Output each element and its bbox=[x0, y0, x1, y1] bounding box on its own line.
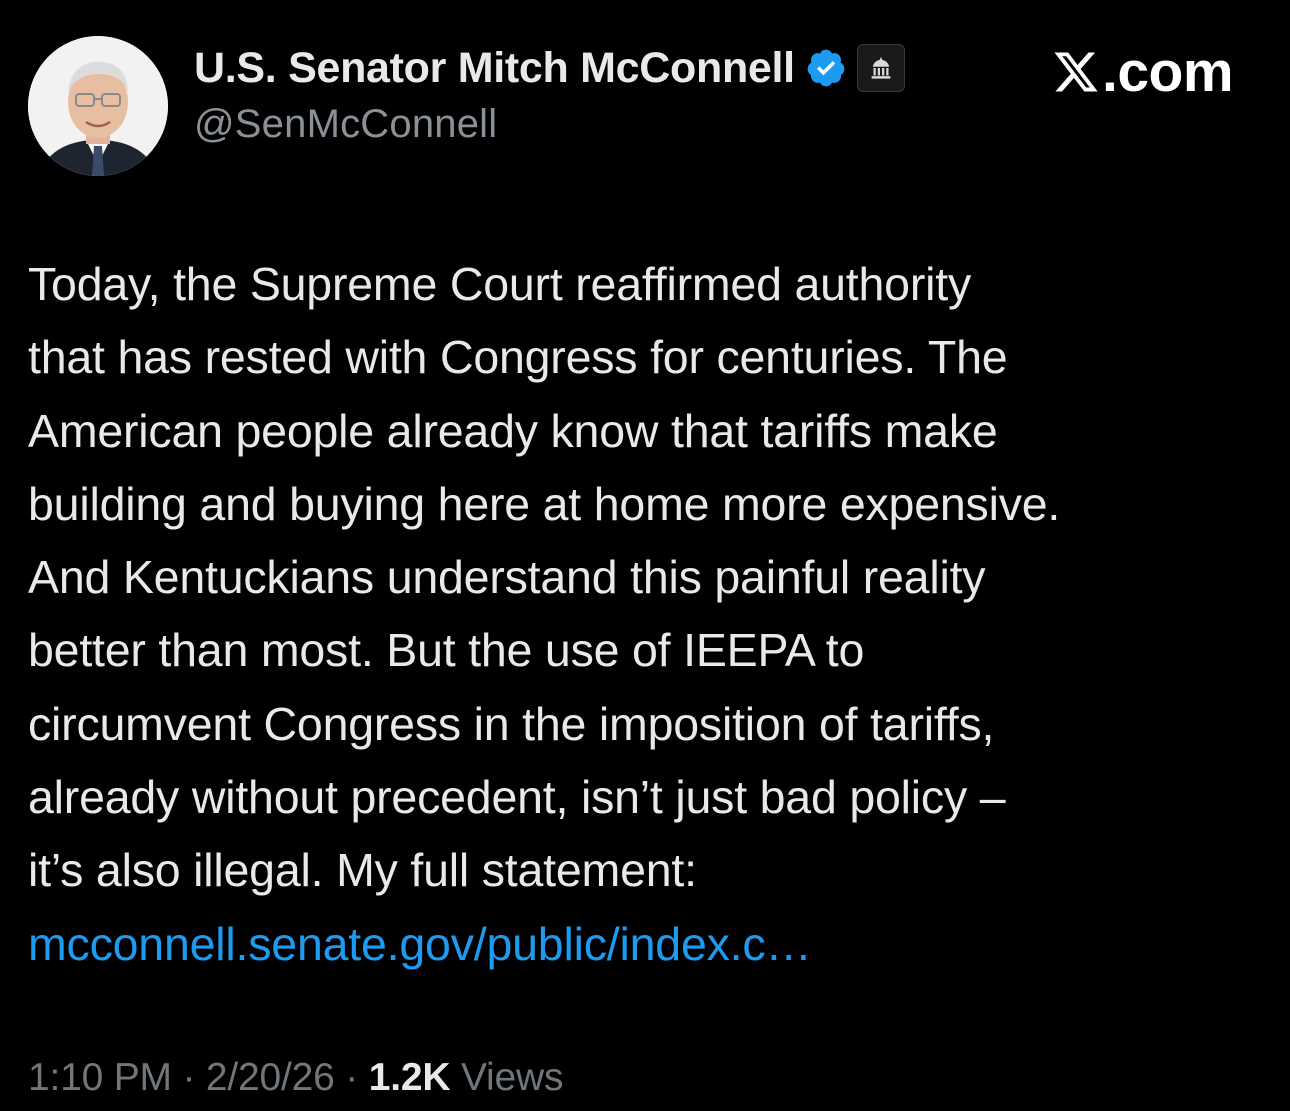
tweet-text-line: American people already know that tariff… bbox=[28, 404, 998, 457]
tweet-text-line: And Kentuckians understand this painful … bbox=[28, 551, 986, 604]
tweet-text-line: circumvent Congress in the imposition of… bbox=[28, 697, 995, 750]
profile-photo bbox=[28, 36, 168, 176]
display-name[interactable]: U.S. Senator Mitch McConnell bbox=[194, 44, 795, 93]
user-handle[interactable]: @SenMcConnell bbox=[194, 102, 497, 147]
display-name-row: U.S. Senator Mitch McConnell bbox=[194, 40, 905, 96]
tweet-date[interactable]: 2/20/26 bbox=[206, 1056, 335, 1099]
tweet-meta: 1:10 PM · 2/20/26 · 1.2K Views bbox=[28, 1056, 563, 1100]
tweet-time[interactable]: 1:10 PM bbox=[28, 1056, 172, 1099]
tweet-text-line: Today, the Supreme Court reaffirmed auth… bbox=[28, 258, 972, 310]
x-logo-icon bbox=[1052, 48, 1100, 96]
statement-link[interactable]: mcconnell.senate.gov/public/index.c… bbox=[28, 918, 812, 970]
tweet-text-line: better than most. But the use of IEEPA t… bbox=[28, 624, 865, 677]
tweet-text-line: that has rested with Congress for centur… bbox=[28, 331, 1008, 384]
brand-domain-text: .com bbox=[1102, 40, 1234, 104]
meta-separator: · bbox=[334, 1056, 369, 1099]
verified-badge-icon[interactable] bbox=[805, 47, 847, 89]
government-building-icon[interactable] bbox=[856, 44, 905, 92]
views-count[interactable]: 1.2K bbox=[369, 1056, 451, 1099]
meta-separator: · bbox=[171, 1056, 206, 1099]
views-label: Views bbox=[460, 1056, 564, 1099]
tweet-text-line: already without precedent, isn’t just ba… bbox=[28, 771, 1006, 824]
tweet-link-line: mcconnell.senate.gov/public/index.c… bbox=[28, 908, 1268, 981]
tweet-text: Today, the Supreme Court reaffirmed auth… bbox=[28, 248, 1268, 981]
avatar[interactable] bbox=[28, 36, 168, 176]
tweet-text-line: building and buying here at home more ex… bbox=[28, 477, 1061, 530]
tweet-header: U.S. Senator Mitch McConnell @SenMcConne… bbox=[28, 26, 1268, 176]
x-brand-watermark: .com bbox=[1052, 40, 1234, 104]
tweet-card: U.S. Senator Mitch McConnell @SenMcConne… bbox=[0, 0, 1290, 1111]
tweet-text-line: it’s also illegal. My full statement: bbox=[28, 844, 697, 897]
